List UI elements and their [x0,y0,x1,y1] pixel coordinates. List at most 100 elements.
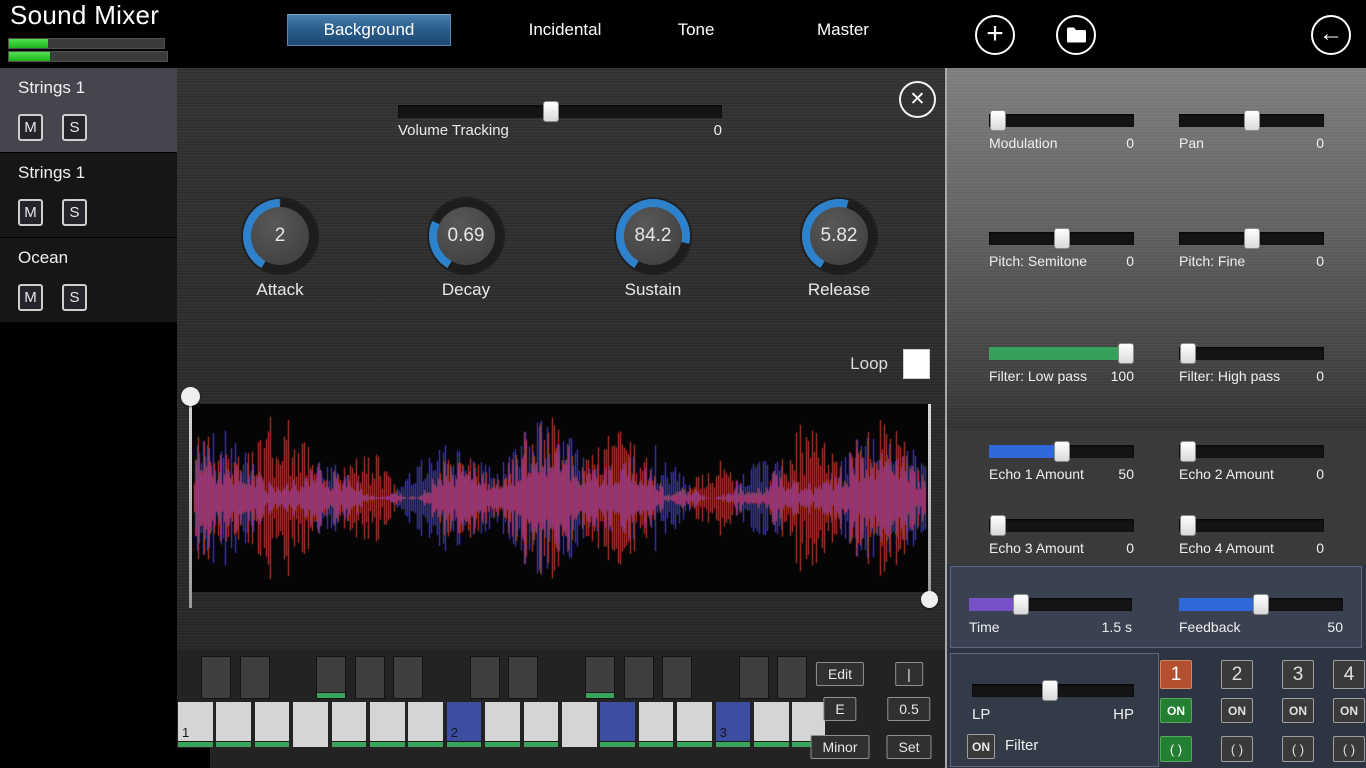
key-e-button[interactable]: E [823,697,856,721]
white-key-8[interactable]: 2 [447,702,482,747]
echo-1-paren-button[interactable]: ( ) [1160,736,1192,762]
slider-pitch-semitone-thumb[interactable] [1054,228,1070,249]
tab-incidental[interactable]: Incidental [529,20,602,40]
set-button[interactable]: Set [886,735,931,759]
loop-checkbox[interactable] [903,349,930,379]
echo-4-on-button[interactable]: ON [1333,698,1365,723]
slider-modulation[interactable]: Modulation0 [989,114,1134,154]
mute-button[interactable]: M [18,114,43,141]
bar-button[interactable]: | [895,662,923,686]
tab-master[interactable]: Master [817,20,869,40]
white-key-14[interactable] [677,702,712,747]
white-key-16[interactable] [754,702,789,747]
black-key-after-11[interactable] [585,656,615,699]
white-key-10[interactable] [524,702,559,747]
solo-button[interactable]: S [62,199,87,226]
white-key-15[interactable]: 3 [716,702,751,747]
black-key-after-8[interactable] [470,656,500,699]
black-key-after-16[interactable] [777,656,807,699]
slider-feedback[interactable]: Feedback50 [1179,598,1343,638]
slider-filter-high-pass[interactable]: Filter: High pass0 [1179,347,1324,387]
white-key-11[interactable] [562,702,597,747]
echo-4-paren-button[interactable]: ( ) [1333,736,1365,762]
black-key-after-4[interactable] [316,656,346,699]
track-item-strings-1-2[interactable]: Strings 1MS [0,153,177,237]
slider-echo-2-amount[interactable]: Echo 2 Amount0 [1179,445,1324,485]
solo-button[interactable]: S [62,284,87,311]
slider-echo-1-amount-track[interactable] [989,445,1134,458]
white-key-2[interactable] [216,702,251,747]
echo-1-button[interactable]: 1 [1160,660,1192,689]
white-key-7[interactable] [408,702,443,747]
knob-release[interactable]: 5.82 [802,199,876,273]
back-button[interactable]: ← [1311,15,1351,55]
knob-sustain[interactable]: 84.2 [616,199,690,273]
slider-echo-1-amount-thumb[interactable] [1054,441,1070,462]
slider-filter-low-pass-thumb[interactable] [1118,343,1134,364]
track-item-strings-1-1[interactable]: Strings 1MS [0,68,177,152]
slider-pitch-fine[interactable]: Pitch: Fine0 [1179,232,1324,272]
white-key-6[interactable] [370,702,405,747]
wave-start-handle[interactable] [181,387,200,406]
lp-hp-slider[interactable] [972,684,1134,697]
white-key-5[interactable] [332,702,367,747]
white-key-4[interactable] [293,702,328,747]
slider-echo-3-amount-track[interactable] [989,519,1134,532]
slider-pitch-semitone[interactable]: Pitch: Semitone0 [989,232,1134,272]
track-item-ocean-3[interactable]: OceanMS [0,238,177,322]
slider-pitch-fine-thumb[interactable] [1244,228,1260,249]
black-key-after-1[interactable] [201,656,231,699]
volume-tracking-thumb[interactable] [543,101,559,122]
black-key-after-13[interactable] [662,656,692,699]
black-key-after-2[interactable] [240,656,270,699]
echo-3-button[interactable]: 3 [1282,660,1314,689]
slider-filter-low-pass[interactable]: Filter: Low pass100 [989,347,1134,387]
slider-modulation-track[interactable] [989,114,1134,127]
mute-button[interactable]: M [18,284,43,311]
slider-echo-4-amount-thumb[interactable] [1180,515,1196,536]
edit-button[interactable]: Edit [816,662,864,686]
black-key-after-12[interactable] [624,656,654,699]
filter-on-button[interactable]: ON [967,734,995,759]
slider-pan[interactable]: Pan0 [1179,114,1324,154]
solo-button[interactable]: S [62,114,87,141]
slider-pan-thumb[interactable] [1244,110,1260,131]
slider-filter-high-pass-thumb[interactable] [1180,343,1196,364]
white-key-13[interactable] [639,702,674,747]
slider-filter-high-pass-track[interactable] [1179,347,1324,360]
slider-feedback-track[interactable] [1179,598,1343,611]
echo-2-on-button[interactable]: ON [1221,698,1253,723]
slider-echo-2-amount-track[interactable] [1179,445,1324,458]
echo-2-button[interactable]: 2 [1221,660,1253,689]
keyboard-position-indicator[interactable] [177,748,210,768]
white-key-3[interactable] [255,702,290,747]
slider-time[interactable]: Time1.5 s [969,598,1132,638]
slider-time-track[interactable] [969,598,1132,611]
minor-button[interactable]: Minor [810,735,869,759]
slider-echo-4-amount[interactable]: Echo 4 Amount0 [1179,519,1324,559]
echo-3-on-button[interactable]: ON [1282,698,1314,723]
half-step-button[interactable]: 0.5 [887,697,930,721]
white-key-9[interactable] [485,702,520,747]
slider-pan-track[interactable] [1179,114,1324,127]
black-key-after-9[interactable] [508,656,538,699]
open-button[interactable] [1056,15,1096,55]
slider-echo-2-amount-thumb[interactable] [1180,441,1196,462]
tab-tone[interactable]: Tone [678,20,715,40]
slider-filter-low-pass-track[interactable] [989,347,1134,360]
black-key-after-15[interactable] [739,656,769,699]
black-key-after-5[interactable] [355,656,385,699]
knob-attack[interactable]: 2 [243,199,317,273]
slider-echo-4-amount-track[interactable] [1179,519,1324,532]
slider-echo-3-amount[interactable]: Echo 3 Amount0 [989,519,1134,559]
echo-1-on-button[interactable]: ON [1160,698,1192,723]
volume-tracking-slider[interactable] [398,105,722,118]
black-key-after-6[interactable] [393,656,423,699]
mute-button[interactable]: M [18,199,43,226]
slider-time-thumb[interactable] [1013,594,1029,615]
echo-2-paren-button[interactable]: ( ) [1221,736,1253,762]
white-key-12[interactable] [600,702,635,747]
slider-modulation-thumb[interactable] [990,110,1006,131]
wave-end-handle[interactable] [921,591,938,608]
slider-pitch-semitone-track[interactable] [989,232,1134,245]
